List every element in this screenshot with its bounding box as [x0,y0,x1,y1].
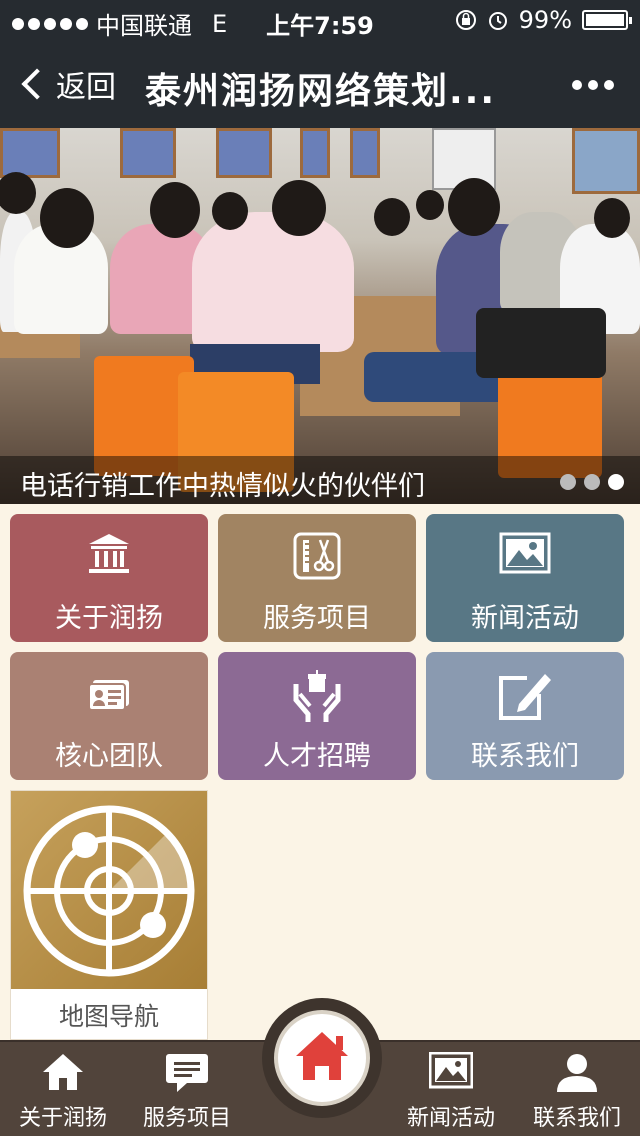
edit-icon [426,670,624,722]
tile-label: 联系我们 [471,741,579,772]
chevron-left-icon [21,68,53,100]
pager-dot[interactable] [560,474,576,490]
banner-caption-bar: 电话行销工作中热情似火的伙伴们 [0,456,640,504]
radar-icon [11,791,207,989]
tile-label: 服务项目 [263,603,371,634]
tab-label: 服务项目 [142,1106,231,1131]
home-icon [296,1032,348,1080]
tile-about[interactable]: 关于润扬 [10,514,208,642]
tab-label: 关于润扬 [18,1106,107,1131]
battery-percentage: 99% [518,6,572,34]
pager-dot-active[interactable] [608,474,624,490]
home-button[interactable] [262,998,382,1118]
banner-carousel[interactable]: 电话行销工作中热情似火的伙伴们 [0,128,640,504]
tab-label: 新闻活动 [406,1106,495,1131]
page-title: 泰州润扬网络策划... [145,71,497,112]
tile-recruitment[interactable]: 人才招聘 [218,652,416,780]
back-button[interactable]: 返回 [18,62,116,106]
tab-contact[interactable]: 联系我们 [514,1042,640,1136]
tab-services[interactable]: 服务项目 [124,1042,250,1136]
id-card-icon [10,670,208,722]
building-icon [10,532,208,584]
tile-team[interactable]: 核心团队 [10,652,208,780]
carousel-pager[interactable] [560,474,624,490]
status-bar: 中国联通 E 上午7:59 99% [0,0,640,40]
pager-dot[interactable] [584,474,600,490]
tab-label: 联系我们 [532,1106,621,1131]
banner-photo [0,128,640,504]
image-icon [426,532,624,584]
tile-label: 关于润扬 [55,603,163,634]
tab-news[interactable]: 新闻活动 [388,1042,514,1136]
home-icon [0,1052,126,1096]
scissors-icon [218,532,416,584]
tile-label: 人才招聘 [263,741,371,772]
tile-news[interactable]: 新闻活动 [426,514,624,642]
tile-services[interactable]: 服务项目 [218,514,416,642]
tile-map-navigation[interactable]: 地图导航 [10,790,208,1040]
top-bar: 中国联通 E 上午7:59 99% 返回 泰州润扬网络策划... [0,0,640,128]
chat-icon [124,1052,250,1096]
alarm-icon [488,12,507,30]
hands-gift-icon [218,670,416,722]
banner-caption: 电话行销工作中热情似火的伙伴们 [20,471,425,502]
battery-icon [582,10,632,30]
back-label: 返回 [56,70,116,105]
more-options-icon[interactable] [572,80,614,90]
user-icon [514,1052,640,1096]
tab-about[interactable]: 关于润扬 [0,1042,126,1136]
rotation-lock-icon [455,10,476,30]
tile-label: 地图导航 [58,1002,159,1031]
tile-contact[interactable]: 联系我们 [426,652,624,780]
tile-label: 核心团队 [55,741,163,772]
image-icon [388,1052,514,1096]
nav-bar: 返回 泰州润扬网络策划... [0,40,640,128]
tile-label: 新闻活动 [471,603,579,634]
